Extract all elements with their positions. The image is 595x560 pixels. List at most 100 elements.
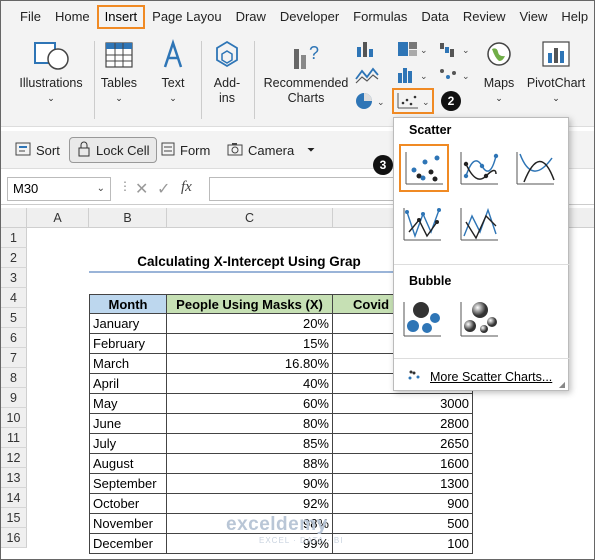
row-header[interactable]: 15	[1, 508, 27, 528]
covid-cell[interactable]: 3000	[333, 394, 473, 414]
tables-label: Tables	[100, 76, 138, 90]
maps-button[interactable]: Maps ⌄	[477, 39, 521, 106]
scatter-smooth-lines-option[interactable]	[512, 146, 562, 194]
select-all-corner[interactable]	[1, 208, 27, 228]
tab-draw[interactable]: Draw	[229, 5, 273, 29]
tab-formulas[interactable]: Formulas	[346, 5, 414, 29]
column-chart-button[interactable]	[353, 39, 383, 61]
row-header[interactable]: 5	[1, 308, 27, 328]
covid-cell[interactable]: 100	[333, 534, 473, 554]
customize-qat-button[interactable]: ⏷	[307, 137, 315, 163]
masks-cell[interactable]: 92%	[167, 494, 333, 514]
tab-file[interactable]: File	[13, 5, 48, 29]
row-header[interactable]: 13	[1, 468, 27, 488]
recommended-charts-button[interactable]: ? Recommended Charts	[261, 39, 351, 106]
enter-icon[interactable]: ✓	[157, 179, 170, 199]
lock-cell-button[interactable]: Lock Cell	[69, 137, 158, 163]
masks-cell[interactable]: 16.80%	[167, 354, 333, 374]
step-badge-2: 2	[441, 91, 461, 111]
row-header[interactable]: 9	[1, 388, 27, 408]
header-people-using-masks[interactable]: People Using Masks (X)	[167, 294, 333, 314]
tab-page-layout[interactable]: Page Layou	[145, 5, 228, 29]
month-cell[interactable]: July	[89, 434, 167, 454]
row-header[interactable]: 11	[1, 428, 27, 448]
row-header[interactable]: 3	[1, 268, 27, 288]
column-header-c[interactable]: C	[167, 208, 333, 228]
sort-button[interactable]: Sort	[15, 137, 60, 163]
row-header[interactable]: 16	[1, 528, 27, 548]
covid-cell[interactable]: 1300	[333, 474, 473, 494]
covid-cell[interactable]: 500	[333, 514, 473, 534]
month-cell[interactable]: February	[89, 334, 167, 354]
row-header[interactable]: 10	[1, 408, 27, 428]
month-cell[interactable]: September	[89, 474, 167, 494]
bubble-option[interactable]	[399, 296, 449, 344]
row-header[interactable]: 14	[1, 488, 27, 508]
covid-cell[interactable]: 2650	[333, 434, 473, 454]
insert-function-icon[interactable]: fx	[181, 179, 192, 196]
hierarchy-chart-button[interactable]: ⌄	[395, 39, 429, 61]
insert-scatter-chart-button[interactable]: ⌄	[392, 88, 434, 114]
covid-cell[interactable]: 2800	[333, 414, 473, 434]
row-header[interactable]: 1	[1, 228, 27, 248]
name-box[interactable]: M30 ⌄	[7, 177, 111, 201]
row-header[interactable]: 12	[1, 448, 27, 468]
scatter-straight-lines-markers-option[interactable]	[399, 202, 449, 250]
header-month[interactable]: Month	[89, 294, 167, 314]
column-header-a[interactable]: A	[27, 208, 89, 228]
text-button[interactable]: Text ⌄	[151, 39, 195, 106]
masks-cell[interactable]: 90%	[167, 474, 333, 494]
masks-cell[interactable]: 85%	[167, 434, 333, 454]
month-cell[interactable]: May	[89, 394, 167, 414]
month-cell[interactable]: January	[89, 314, 167, 334]
statistic-chart-button[interactable]: ⌄	[395, 65, 429, 87]
scatter-option[interactable]	[399, 144, 449, 192]
more-scatter-charts-link[interactable]: More Scatter Charts...	[406, 368, 552, 385]
tab-view[interactable]: View	[512, 5, 554, 29]
pivotchart-button[interactable]: PivotChart ⌄	[523, 39, 589, 106]
bubble-3d-option[interactable]	[456, 296, 506, 344]
covid-cell[interactable]: 1600	[333, 454, 473, 474]
formula-input[interactable]	[209, 177, 409, 201]
tables-button[interactable]: Tables ⌄	[97, 39, 141, 106]
masks-cell[interactable]: 40%	[167, 374, 333, 394]
line-chart-button[interactable]	[353, 65, 383, 87]
addins-button[interactable]: Add- ins	[205, 39, 249, 106]
month-cell[interactable]: April	[89, 374, 167, 394]
masks-cell[interactable]: 88%	[167, 454, 333, 474]
tab-data[interactable]: Data	[414, 5, 455, 29]
month-cell[interactable]: August	[89, 454, 167, 474]
covid-cell[interactable]: 900	[333, 494, 473, 514]
pie-chart-button[interactable]: ⌄	[353, 91, 387, 113]
tab-insert[interactable]: Insert	[96, 5, 146, 29]
row-header[interactable]: 7	[1, 348, 27, 368]
tab-help[interactable]: Help	[554, 5, 594, 29]
month-cell[interactable]: November	[89, 514, 167, 534]
resize-grip-icon[interactable]: ◢	[559, 380, 565, 389]
masks-cell[interactable]: 15%	[167, 334, 333, 354]
row-header[interactable]: 8	[1, 368, 27, 388]
masks-cell[interactable]: 20%	[167, 314, 333, 334]
masks-cell[interactable]: 60%	[167, 394, 333, 414]
scatter-smooth-lines-markers-option[interactable]	[456, 146, 506, 194]
tab-review[interactable]: Review	[456, 5, 513, 29]
tab-developer[interactable]: Developer	[273, 5, 346, 29]
form-button[interactable]: Form	[161, 137, 210, 163]
month-cell[interactable]: March	[89, 354, 167, 374]
scatter-straight-lines-option[interactable]	[456, 202, 506, 250]
combo-chart-button[interactable]: ⌄	[437, 65, 471, 87]
waterfall-chart-button[interactable]: ⌄	[437, 39, 471, 61]
camera-button[interactable]: Camera	[227, 137, 294, 163]
scatter-straight-markers-icon	[403, 208, 441, 241]
row-header[interactable]: 4	[1, 288, 27, 308]
tab-home[interactable]: Home	[48, 5, 97, 29]
column-header-b[interactable]: B	[89, 208, 167, 228]
month-cell[interactable]: December	[89, 534, 167, 554]
illustrations-button[interactable]: Illustrations ⌄	[11, 39, 91, 106]
row-header[interactable]: 6	[1, 328, 27, 348]
month-cell[interactable]: October	[89, 494, 167, 514]
row-header[interactable]: 2	[1, 248, 27, 268]
masks-cell[interactable]: 80%	[167, 414, 333, 434]
cancel-icon[interactable]: ✕	[135, 179, 148, 199]
month-cell[interactable]: June	[89, 414, 167, 434]
